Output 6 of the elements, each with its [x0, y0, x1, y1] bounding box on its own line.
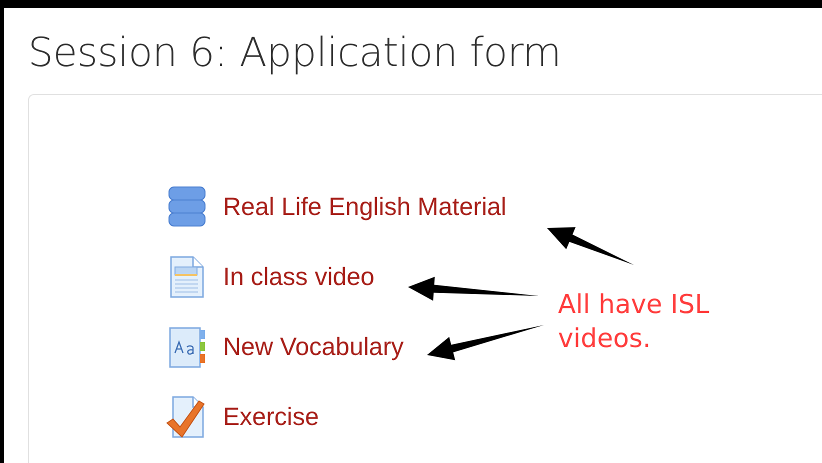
activity-link[interactable]: In class video — [223, 262, 374, 292]
page-title: Session 6: Application form — [28, 30, 562, 76]
activity-link[interactable]: New Vocabulary — [223, 332, 404, 362]
activity-link[interactable]: Real Life English Material — [223, 192, 506, 222]
activity-link[interactable]: Exercise — [223, 402, 319, 432]
annotation-note: All have ISL videos. — [558, 289, 710, 356]
